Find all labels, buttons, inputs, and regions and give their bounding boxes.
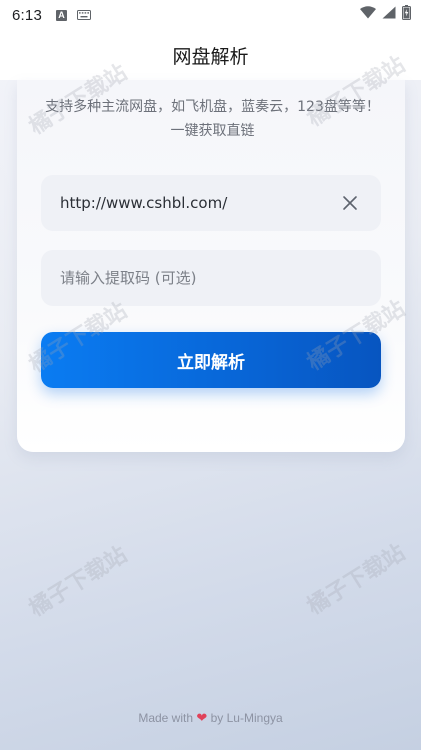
footer-credit: Made with ❤ by Lu-Mingya xyxy=(0,710,421,726)
status-bar: 6:13 A xyxy=(0,0,421,30)
extract-code-field[interactable] xyxy=(41,250,381,306)
signal-icon xyxy=(382,6,396,24)
parse-button[interactable]: 立即解析 xyxy=(41,332,381,388)
title-bar: 网盘解析 xyxy=(0,30,421,80)
footer-prefix: Made with xyxy=(138,711,194,725)
page-title: 网盘解析 xyxy=(172,45,249,68)
status-icons xyxy=(360,5,411,25)
clear-icon[interactable] xyxy=(338,191,362,215)
wifi-icon xyxy=(360,6,376,24)
url-field[interactable] xyxy=(41,175,381,231)
a-icon: A xyxy=(56,9,67,21)
url-input[interactable] xyxy=(60,194,338,212)
battery-icon xyxy=(402,5,411,25)
watermark: 橘子下载站 xyxy=(25,542,132,622)
heart-icon: ❤ xyxy=(196,710,208,725)
watermark: 橘子下载站 xyxy=(303,540,410,620)
footer-suffix: by Lu-Mingya xyxy=(210,711,283,725)
description-text: 支持多种主流网盘，如飞机盘，蓝奏云，123盘等等！一键获取直链 xyxy=(45,99,380,139)
status-time: 6:13 xyxy=(12,6,42,24)
keyboard-icon xyxy=(77,10,91,20)
extract-code-input[interactable] xyxy=(60,269,362,287)
